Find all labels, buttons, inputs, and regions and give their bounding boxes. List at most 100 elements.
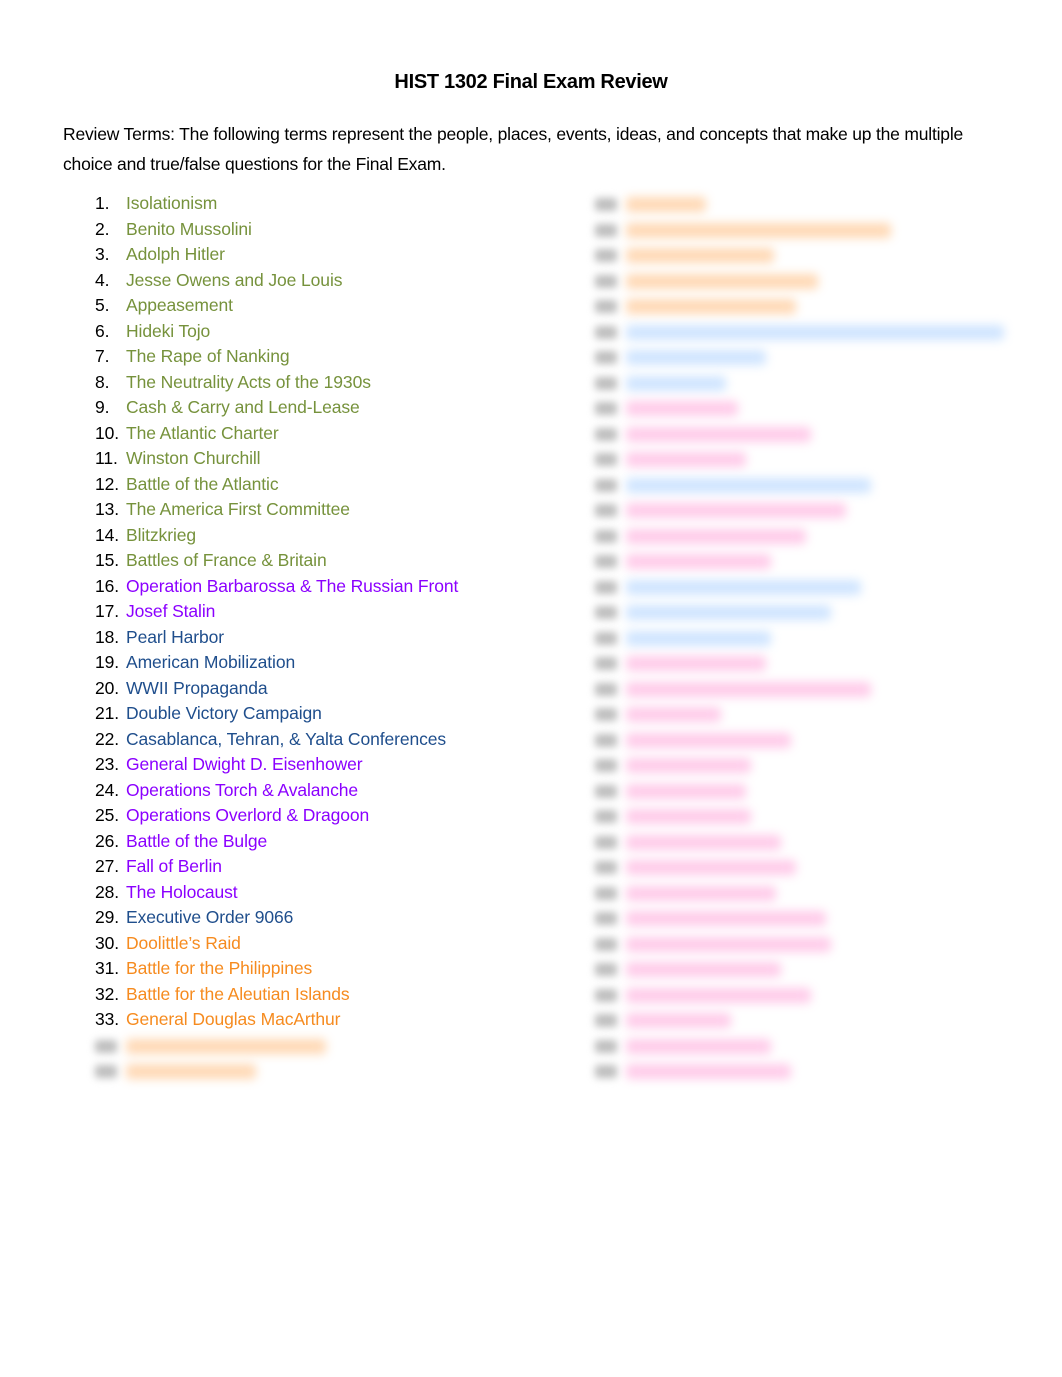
term-item: 19. American Mobilization: [95, 650, 565, 676]
term-number: 21.: [95, 703, 120, 723]
terms-list-left: 1. Isolationism 2. Benito Mussolini 3. Adolph…: [95, 191, 565, 1084]
blurred-term-label: [626, 707, 721, 722]
term-item: 18. Pearl Harbor: [95, 625, 565, 651]
blurred-term-item: [595, 676, 1035, 702]
term-label: Cash & Carry and Lend-Lease: [126, 397, 360, 417]
term-label: American Mobilization: [126, 652, 296, 672]
term-label: Isolationism: [126, 193, 218, 213]
term-item: 21. Double Victory Campaign: [95, 701, 565, 727]
term-number: 14.: [95, 524, 120, 545]
term-label: The Holocaust: [126, 881, 238, 902]
blurred-term-label: [626, 248, 774, 263]
term-label: The Atlantic Charter: [126, 422, 279, 443]
blurred-term-item: [595, 650, 1035, 676]
blurred-term-number: [595, 963, 617, 976]
term-number: 19.: [95, 652, 120, 672]
term-label: Operations Overlord & Dragoon: [126, 805, 370, 825]
term-number: 26.: [95, 830, 120, 851]
blurred-term-label: [626, 299, 796, 314]
term-item: 1. Isolationism: [95, 191, 565, 217]
blurred-term-label: [126, 1064, 256, 1079]
term-label: Battle of the Atlantic: [126, 473, 279, 494]
blurred-term-item: [595, 1058, 1035, 1084]
term-number: 13.: [95, 499, 120, 519]
term-item: 28. The Holocaust: [95, 880, 565, 906]
term-number: 30.: [95, 932, 120, 953]
term-item: 3. Adolph Hitler: [95, 242, 565, 268]
blurred-term-item: [595, 421, 1035, 447]
blurred-term-number: [595, 1065, 617, 1078]
blurred-term-item: [595, 854, 1035, 880]
term-label: Doolittle’s Raid: [126, 932, 241, 953]
blurred-term-label: [626, 656, 766, 671]
blurred-term-label: [626, 987, 811, 1003]
blurred-term-number: [595, 325, 617, 339]
blurred-term-number: [595, 300, 617, 313]
term-label: The America First Committee: [126, 499, 350, 519]
blurred-term-label: [626, 936, 831, 952]
blurred-term-item: [595, 268, 1035, 294]
blurred-term-number: [595, 810, 617, 823]
blurred-term-label: [626, 503, 846, 518]
blurred-term-number: [595, 402, 617, 415]
blurred-term-label: [626, 1013, 731, 1028]
term-label: Winston Churchill: [126, 448, 261, 468]
term-label: Appeasement: [126, 295, 233, 315]
blurred-term-label: [626, 605, 831, 620]
term-label: Executive Order 9066: [126, 907, 294, 927]
blurred-term-item: [95, 1058, 565, 1084]
blurred-term-item: [595, 905, 1035, 931]
blurred-term-number: [595, 478, 617, 492]
term-number: 16.: [95, 575, 120, 596]
blurred-term-label: [626, 324, 1004, 340]
term-label: Fall of Berlin: [126, 856, 222, 876]
blurred-term-number: [95, 1039, 117, 1053]
blurred-term-item: [595, 803, 1035, 829]
blurred-term-label: [626, 477, 871, 493]
term-label: The Rape of Nanking: [126, 346, 290, 366]
term-number: 31.: [95, 958, 120, 978]
blurred-term-number: [595, 1039, 617, 1053]
blurred-term-number: [595, 249, 617, 262]
term-item: 24. Operations Torch & Avalanche: [95, 778, 565, 804]
blurred-term-label: [626, 350, 766, 365]
term-number: 1.: [95, 193, 110, 213]
blurred-term-number: [595, 453, 617, 466]
term-number: 9.: [95, 397, 110, 417]
term-label: Benito Mussolini: [126, 218, 252, 239]
blurred-term-item: [595, 727, 1035, 753]
blurred-term-number: [595, 631, 617, 645]
blurred-term-label: [626, 885, 776, 901]
term-item: 2. Benito Mussolini: [95, 217, 565, 243]
blurred-term-item: [595, 956, 1035, 982]
blurred-term-item: [595, 701, 1035, 727]
blurred-term-item: [595, 1033, 1035, 1059]
term-label: Josef Stalin: [126, 601, 216, 621]
blurred-term-item: [595, 599, 1035, 625]
term-item: 32. Battle for the Aleutian Islands: [95, 982, 565, 1008]
intro-paragraph: Review Terms: The following terms repres…: [63, 123, 964, 174]
term-number: 12.: [95, 473, 120, 494]
blurred-term-number: [595, 912, 617, 925]
blurred-term-item: [595, 319, 1035, 345]
blurred-term-label: [626, 809, 751, 824]
term-item: 26. Battle of the Bulge: [95, 829, 565, 855]
term-label: Hideki Tojo: [126, 320, 211, 341]
blurred-term-label: [626, 783, 746, 799]
term-number: 7.: [95, 346, 110, 366]
term-item: 33. General Douglas MacArthur: [95, 1007, 565, 1033]
term-label: Adolph Hitler: [126, 244, 225, 264]
term-item: 15. Battles of France & Britain: [95, 548, 565, 574]
term-item: 17. Josef Stalin: [95, 599, 565, 625]
term-number: 25.: [95, 805, 120, 825]
blurred-term-item: [595, 1007, 1035, 1033]
blurred-term-item: [595, 217, 1035, 243]
blurred-term-label: [626, 554, 771, 569]
term-label: Jesse Owens and Joe Louis: [126, 269, 343, 290]
term-item: 22. Casablanca, Tehran, & Yalta Conferenc…: [95, 727, 565, 753]
term-label: Double Victory Campaign: [126, 703, 322, 723]
term-label: Casablanca, Tehran, & Yalta Conferences: [126, 728, 447, 749]
term-number: 15.: [95, 550, 120, 570]
term-item: 23. General Dwight D. Eisenhower: [95, 752, 565, 778]
blurred-term-number: [595, 427, 617, 441]
